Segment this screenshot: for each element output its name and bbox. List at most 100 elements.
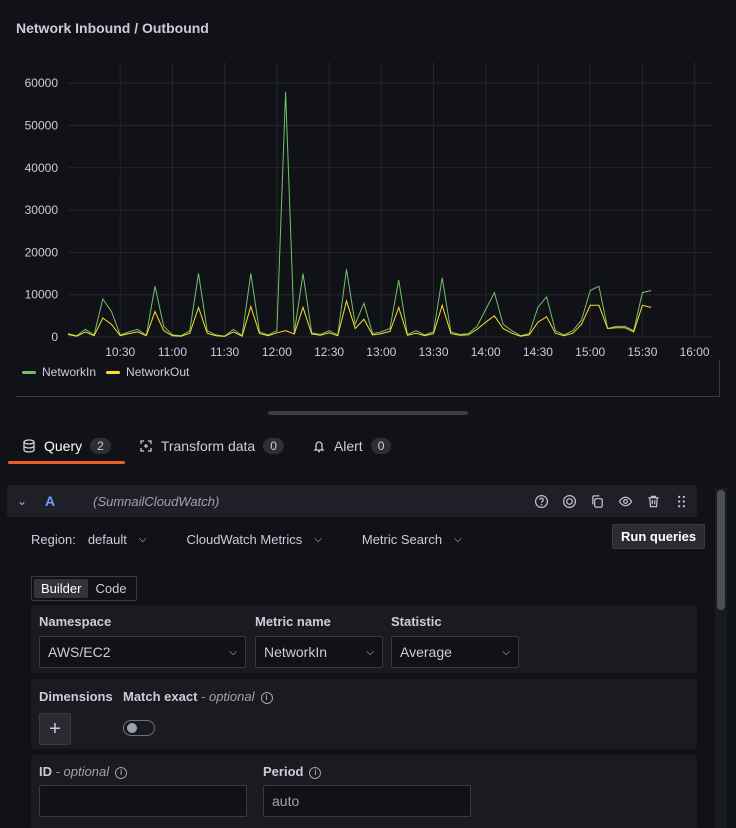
metric-section: Namespace AWS/EC2 ⌵ Metric name NetworkI… bbox=[31, 605, 697, 673]
optional-text: - optional bbox=[197, 689, 255, 704]
x-tick-label: 14:00 bbox=[471, 345, 501, 359]
tab-count-badge: 2 bbox=[90, 437, 111, 454]
statistic-label: Statistic bbox=[391, 614, 442, 629]
chevron-down-icon[interactable]: ⌵ bbox=[139, 534, 147, 545]
query-ref-id[interactable]: A bbox=[45, 493, 55, 509]
network-chart: 0 10000 20000 30000 40000 50000 60000 10:30 11:0… bbox=[25, 62, 712, 359]
query-header-row: Region: default ⌵ CloudWatch Metrics ⌵ M… bbox=[31, 527, 697, 551]
code-mode-button[interactable]: Code bbox=[88, 579, 133, 598]
region-label: Region: bbox=[31, 531, 76, 547]
y-tick-label: 50000 bbox=[25, 118, 59, 132]
transform-icon bbox=[139, 439, 153, 453]
series-line-networkin bbox=[67, 91, 652, 337]
period-label: Period i bbox=[263, 764, 322, 779]
tab-label: Transform data bbox=[160, 437, 256, 454]
chevron-down-icon: ⌵ bbox=[229, 646, 237, 658]
match-exact-text: Match exact bbox=[123, 689, 198, 704]
dimensions-section: Dimensions Match exact - optional i + bbox=[31, 679, 697, 749]
y-tick-label: 60000 bbox=[25, 76, 59, 90]
drag-handle-icon[interactable] bbox=[673, 493, 689, 509]
tab-label: Alert bbox=[333, 437, 363, 454]
id-input[interactable] bbox=[39, 785, 247, 817]
tab-alert[interactable]: Alert 0 bbox=[298, 430, 405, 461]
period-input[interactable]: auto bbox=[263, 785, 471, 817]
x-tick-label: 14:30 bbox=[523, 345, 553, 359]
editor-mode-toggle: Builder Code bbox=[31, 576, 137, 601]
query-actions bbox=[533, 493, 689, 509]
query-mode-select[interactable]: Metric Search bbox=[362, 532, 442, 547]
x-tick-label: 12:00 bbox=[262, 345, 292, 359]
namespace-label: Namespace bbox=[39, 614, 112, 629]
y-tick-label: 30000 bbox=[25, 203, 59, 217]
x-tick-label: 11:30 bbox=[210, 345, 239, 359]
statistic-value: Average bbox=[400, 644, 452, 660]
database-icon bbox=[22, 438, 36, 453]
tab-count-badge: 0 bbox=[370, 437, 392, 454]
x-tick-label: 10:30 bbox=[105, 345, 135, 359]
metric-name-value: NetworkIn bbox=[264, 644, 328, 660]
metric-name-select[interactable]: NetworkIn ⌵ bbox=[255, 636, 383, 668]
editor-tabs: Query 2 Transform data 0 Alert 0 bbox=[8, 430, 405, 464]
chevron-down-icon[interactable]: ⌵ bbox=[314, 534, 322, 545]
y-tick-label: 10000 bbox=[25, 288, 59, 302]
info-icon[interactable]: i bbox=[260, 691, 273, 704]
legend-item-networkout[interactable]: NetworkOut bbox=[106, 365, 189, 379]
chevron-down-icon[interactable]: ⌄ bbox=[17, 494, 31, 508]
legend-label: NetworkIn bbox=[42, 365, 97, 379]
series-line-networkout bbox=[67, 299, 652, 337]
id-period-section: ID - optional i Period i auto bbox=[31, 755, 697, 828]
chart-legend: NetworkIn NetworkOut bbox=[22, 365, 189, 379]
dimensions-label: Dimensions bbox=[39, 689, 113, 704]
panel-resize-handle[interactable] bbox=[268, 411, 468, 415]
match-exact-label: Match exact - optional i bbox=[123, 689, 273, 704]
query-inspector-icon[interactable] bbox=[561, 493, 577, 509]
y-tick-label: 40000 bbox=[25, 161, 59, 175]
x-tick-label: 16:00 bbox=[680, 345, 710, 359]
tab-count-badge: 0 bbox=[263, 437, 284, 454]
info-icon[interactable]: i bbox=[115, 766, 128, 779]
trash-icon[interactable] bbox=[645, 493, 661, 509]
period-label-text: Period bbox=[263, 764, 304, 779]
x-tick-label: 13:30 bbox=[418, 345, 448, 359]
run-queries-button[interactable]: Run queries bbox=[612, 524, 706, 549]
panel-title: Network Inbound / Outbound bbox=[16, 20, 209, 36]
x-tick-label: 11:00 bbox=[158, 345, 187, 359]
switch-knob bbox=[127, 723, 137, 733]
duplicate-icon[interactable] bbox=[589, 493, 605, 509]
help-icon[interactable] bbox=[533, 493, 549, 509]
tab-transform-data[interactable]: Transform data 0 bbox=[125, 430, 298, 461]
tab-label: Query bbox=[44, 437, 83, 454]
bell-icon bbox=[312, 439, 326, 453]
chevron-down-icon[interactable]: ⌵ bbox=[454, 534, 462, 545]
chevron-down-icon: ⌵ bbox=[502, 646, 510, 658]
statistic-select[interactable]: Average ⌵ bbox=[391, 636, 519, 668]
namespace-value: AWS/EC2 bbox=[48, 644, 111, 660]
metric-name-label: Metric name bbox=[255, 614, 331, 629]
legend-label: NetworkOut bbox=[126, 365, 190, 379]
x-tick-label: 12:30 bbox=[314, 345, 344, 359]
region-select[interactable]: default bbox=[88, 532, 127, 547]
match-exact-switch[interactable] bbox=[123, 720, 155, 736]
legend-swatch-networkin bbox=[22, 370, 36, 374]
tab-query[interactable]: Query 2 bbox=[8, 430, 125, 464]
id-label: ID - optional i bbox=[39, 764, 128, 779]
eye-icon[interactable] bbox=[617, 493, 633, 509]
query-datasource-name: (SumnailCloudWatch) bbox=[93, 493, 220, 509]
info-icon[interactable]: i bbox=[309, 766, 322, 779]
x-tick-label: 13:00 bbox=[366, 345, 396, 359]
service-select[interactable]: CloudWatch Metrics bbox=[186, 532, 302, 547]
y-tick-label: 0 bbox=[51, 330, 58, 344]
legend-swatch-networkout bbox=[106, 370, 121, 374]
builder-mode-button[interactable]: Builder bbox=[34, 579, 89, 598]
namespace-select[interactable]: AWS/EC2 ⌵ bbox=[39, 636, 246, 668]
optional-text: - optional bbox=[52, 764, 110, 779]
scrollbar-thumb[interactable] bbox=[717, 490, 725, 610]
y-tick-label: 20000 bbox=[25, 245, 59, 259]
x-tick-label: 15:00 bbox=[575, 345, 605, 359]
chevron-down-icon: ⌵ bbox=[366, 646, 374, 658]
id-label-text: ID bbox=[39, 764, 52, 779]
add-dimension-button[interactable]: + bbox=[39, 713, 71, 745]
query-row-header: ⌄ A (SumnailCloudWatch) bbox=[7, 485, 697, 517]
legend-item-networkin[interactable]: NetworkIn bbox=[22, 365, 96, 379]
x-tick-label: 15:30 bbox=[627, 345, 657, 359]
